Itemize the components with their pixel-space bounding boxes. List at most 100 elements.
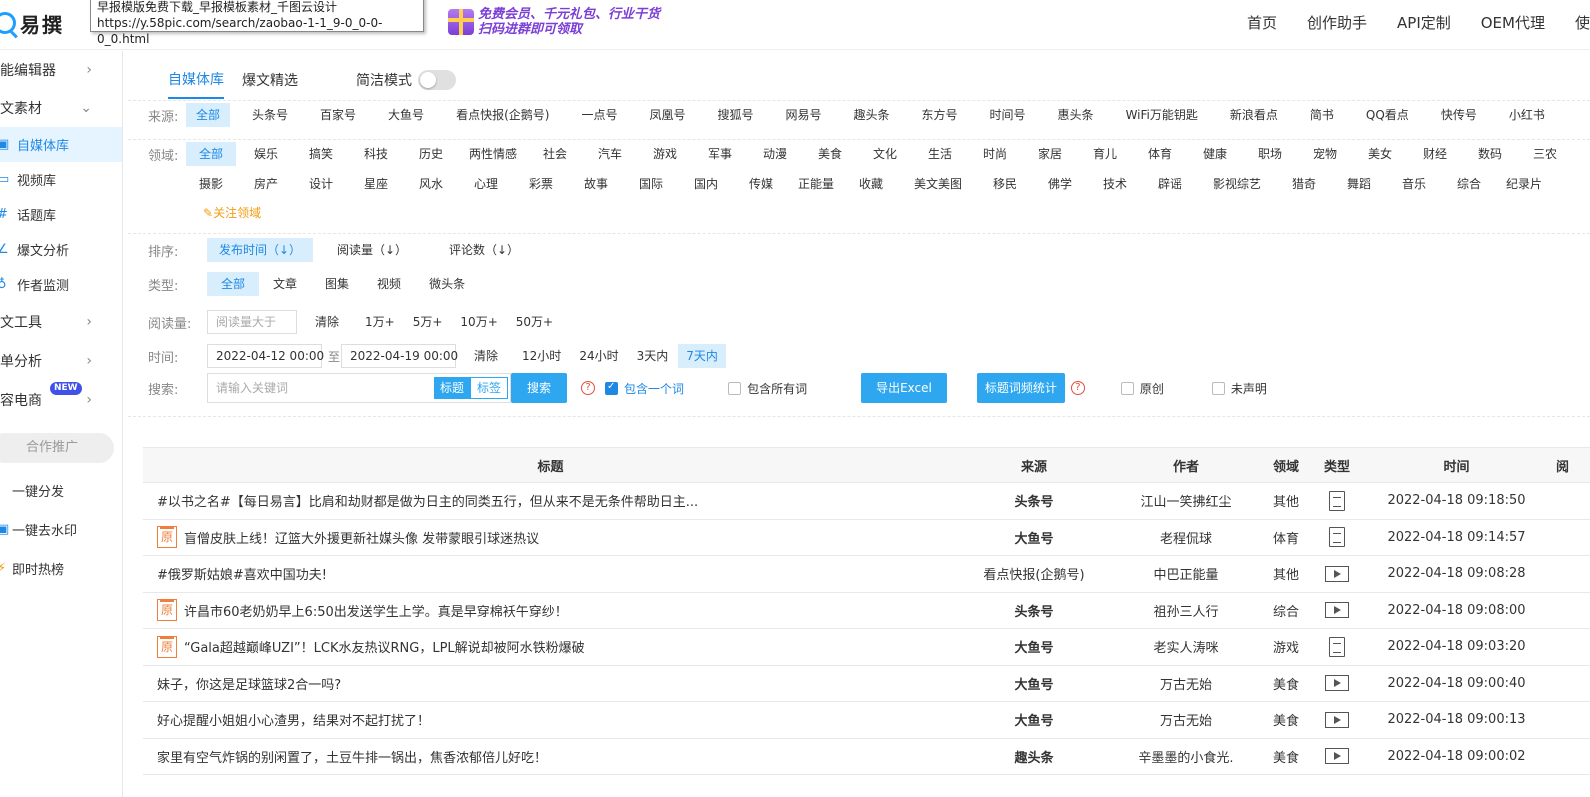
source-option[interactable]: 网易号 — [775, 103, 831, 127]
row-author[interactable]: 老实人涛咪 — [1110, 637, 1262, 656]
help-icon[interactable]: ? — [1070, 381, 1085, 395]
sidebar-item[interactable]: 智能编辑器 › — [0, 51, 122, 89]
row-author[interactable]: 中巴正能量 — [1110, 564, 1262, 583]
search-mode-tag[interactable]: 标签 — [470, 377, 509, 399]
row-title-cell[interactable]: 原许昌市60老奶奶早上6:50出发送学生上学。真是早穿棉袄午穿纱！ — [143, 599, 958, 622]
original-checkbox[interactable] — [1120, 381, 1134, 395]
sidebar-item[interactable]: 榜单分析 › — [0, 341, 122, 380]
read-count-input[interactable]: 阅读量大于 — [207, 310, 297, 334]
field-option[interactable]: 音乐 — [1389, 172, 1439, 196]
row-title[interactable]: 好心提醒小姐姐小心渣男，结果对不起打扰了！ — [157, 710, 430, 729]
source-option[interactable]: WiFi万能钥匙 — [1116, 103, 1208, 127]
table-row[interactable]: 原许昌市60老奶奶早上6:50出发送学生上学。真是早穿棉袄午穿纱！ 头条号 祖孙三人… — [143, 593, 1590, 629]
table-row[interactable]: 原盲僧皮肤上线！辽篮大外援更新社媒头像 发带蒙眼引球迷热议 大鱼号 老程侃球 体育 20… — [143, 520, 1590, 556]
nav-item[interactable]: 首页 — [1247, 12, 1277, 33]
logo[interactable]: 易撰 — [0, 6, 64, 40]
nav-item[interactable]: 使 — [1575, 12, 1590, 33]
col-time[interactable]: 时间 — [1364, 456, 1549, 475]
nav-item[interactable]: OEM代理 — [1481, 12, 1545, 33]
field-option[interactable]: 汽车 — [585, 142, 635, 166]
field-option[interactable]: 设计 — [296, 172, 346, 196]
table-row[interactable]: 原 “Gala超越巅峰UZI”！LCK水友热议RNG，LPL解说却被阿水铁粉爆破 大… — [143, 629, 1590, 666]
sidebar-subitem[interactable]: #话题库 — [0, 197, 122, 232]
row-title[interactable]: “Gala超越巅峰UZI”！LCK水友热议RNG，LPL解说却被阿水铁粉爆破 — [184, 637, 585, 656]
source-option[interactable]: 新浪看点 — [1220, 103, 1288, 127]
field-option[interactable]: 家居 — [1025, 142, 1075, 166]
search-button[interactable]: 搜索 — [511, 373, 568, 403]
field-option[interactable]: 彩票 — [516, 172, 566, 196]
field-option[interactable]: 国内 — [681, 172, 731, 196]
read-clear-button[interactable]: 清除 — [313, 310, 341, 334]
type-option[interactable]: 视频 — [363, 272, 415, 296]
field-option[interactable]: 健康 — [1190, 142, 1240, 166]
source-option[interactable]: 东方号 — [912, 103, 968, 127]
table-row[interactable]: 好心提醒小姐姐小心渣男，结果对不起打扰了！ 大鱼号 万古无始 美食 2022-04-18… — [143, 702, 1590, 739]
col-type[interactable]: 类型 — [1310, 456, 1364, 475]
field-option[interactable]: 军事 — [695, 142, 745, 166]
field-option[interactable]: 佛学 — [1035, 172, 1085, 196]
row-title[interactable]: 许昌市60老奶奶早上6:50出发送学生上学。真是早穿棉袄午穿纱！ — [184, 601, 568, 620]
sidebar-item[interactable]: 内容电商 NEW › — [0, 380, 122, 419]
row-author[interactable]: 辛墨墨的小食光. — [1110, 747, 1262, 766]
row-author[interactable]: 万古无始 — [1110, 710, 1262, 729]
source-option[interactable]: 凤凰号 — [639, 103, 695, 127]
contain-one-checkbox[interactable] — [605, 381, 619, 395]
tab-media-library[interactable]: 自媒体库 — [168, 69, 224, 99]
sidebar-extra-item[interactable]: ⚡ 即时热榜 — [0, 549, 122, 588]
read-option[interactable]: 5万+ — [405, 310, 451, 334]
col-field[interactable]: 领域 — [1262, 456, 1310, 475]
col-source[interactable]: 来源 — [958, 456, 1110, 475]
col-read[interactable]: 阅 — [1549, 456, 1569, 475]
field-option[interactable]: 全部 — [186, 142, 236, 166]
date-from-input[interactable]: 2022-04-12 00:00 — [207, 344, 324, 368]
field-option[interactable]: 传媒 — [736, 172, 786, 196]
source-option[interactable]: 趣头条 — [844, 103, 900, 127]
field-option[interactable]: 收藏 — [846, 172, 896, 196]
row-title[interactable]: 家里有空气炸锅的别闲置了，土豆牛排一锅出，焦香浓郁倍儿好吃！ — [157, 747, 547, 766]
sidebar-item[interactable]: 爆文素材 ⌄ — [0, 89, 122, 127]
field-option[interactable]: 娱乐 — [241, 142, 291, 166]
title-stats-button[interactable]: 标题词频统计 — [976, 373, 1065, 403]
row-title-cell[interactable]: #以书之名#【每日易言】比肩和劫财都是做为日主的同类五行，但从来不是无条件帮助日… — [143, 491, 958, 510]
field-option[interactable]: 搞笑 — [296, 142, 346, 166]
field-option[interactable]: 美食 — [805, 142, 855, 166]
source-option[interactable]: 搜狐号 — [707, 103, 763, 127]
field-option[interactable]: 历史 — [406, 142, 456, 166]
sort-option[interactable]: 发布时间（↓） — [207, 238, 313, 262]
date-to-input[interactable]: 2022-04-19 00:00 — [341, 344, 458, 368]
field-option[interactable]: 舞蹈 — [1334, 172, 1384, 196]
source-option[interactable]: 看点快报(企鹅号) — [446, 103, 559, 127]
nav-item[interactable]: 创作助手 — [1307, 12, 1367, 33]
read-option[interactable]: 50万+ — [508, 310, 561, 334]
field-option[interactable]: 数码 — [1465, 142, 1515, 166]
field-option[interactable]: 纪录片 — [1499, 172, 1549, 196]
undeclared-checkbox[interactable] — [1211, 381, 1225, 395]
field-option[interactable]: 游戏 — [640, 142, 690, 166]
field-option[interactable]: 两性情感 — [461, 142, 525, 166]
field-option[interactable]: 星座 — [351, 172, 401, 196]
sidebar-subitem[interactable]: ▣ 自媒体库 — [0, 127, 122, 162]
row-title-cell[interactable]: #俄罗斯姑娘#喜欢中国功夫! — [143, 564, 958, 583]
field-option[interactable]: 美文美图 — [901, 172, 975, 196]
field-option[interactable]: 摄影 — [186, 172, 236, 196]
field-option[interactable]: 正能量 — [791, 172, 841, 196]
export-excel-button[interactable]: 导出Excel — [861, 373, 947, 403]
source-option[interactable]: 惠头条 — [1048, 103, 1104, 127]
field-option[interactable]: 故事 — [571, 172, 621, 196]
source-option[interactable]: 简书 — [1300, 103, 1344, 127]
field-option[interactable]: 猎奇 — [1279, 172, 1329, 196]
row-title[interactable]: #俄罗斯姑娘#喜欢中国功夫! — [157, 564, 327, 583]
row-title[interactable]: 妹子，你这是足球篮球2合一吗? — [157, 674, 341, 693]
field-option[interactable]: 国际 — [626, 172, 676, 196]
field-option[interactable]: 社会 — [530, 142, 580, 166]
field-option[interactable]: 生活 — [915, 142, 965, 166]
type-option[interactable]: 微头条 — [415, 272, 479, 296]
field-option[interactable]: 技术 — [1090, 172, 1140, 196]
field-option[interactable]: 时尚 — [970, 142, 1020, 166]
source-option[interactable]: 大鱼号 — [378, 103, 434, 127]
type-option[interactable]: 图集 — [311, 272, 363, 296]
follow-field-link[interactable]: ✎ 关注领域 — [203, 204, 261, 221]
table-row[interactable]: 妹子，你这是足球篮球2合一吗? 大鱼号 万古无始 美食 2022-04-18 09:00… — [143, 666, 1590, 702]
field-option[interactable]: 房产 — [241, 172, 291, 196]
table-row[interactable]: #以书之名#【每日易言】比肩和劫财都是做为日主的同类五行，但从来不是无条件帮助日… — [143, 483, 1590, 520]
